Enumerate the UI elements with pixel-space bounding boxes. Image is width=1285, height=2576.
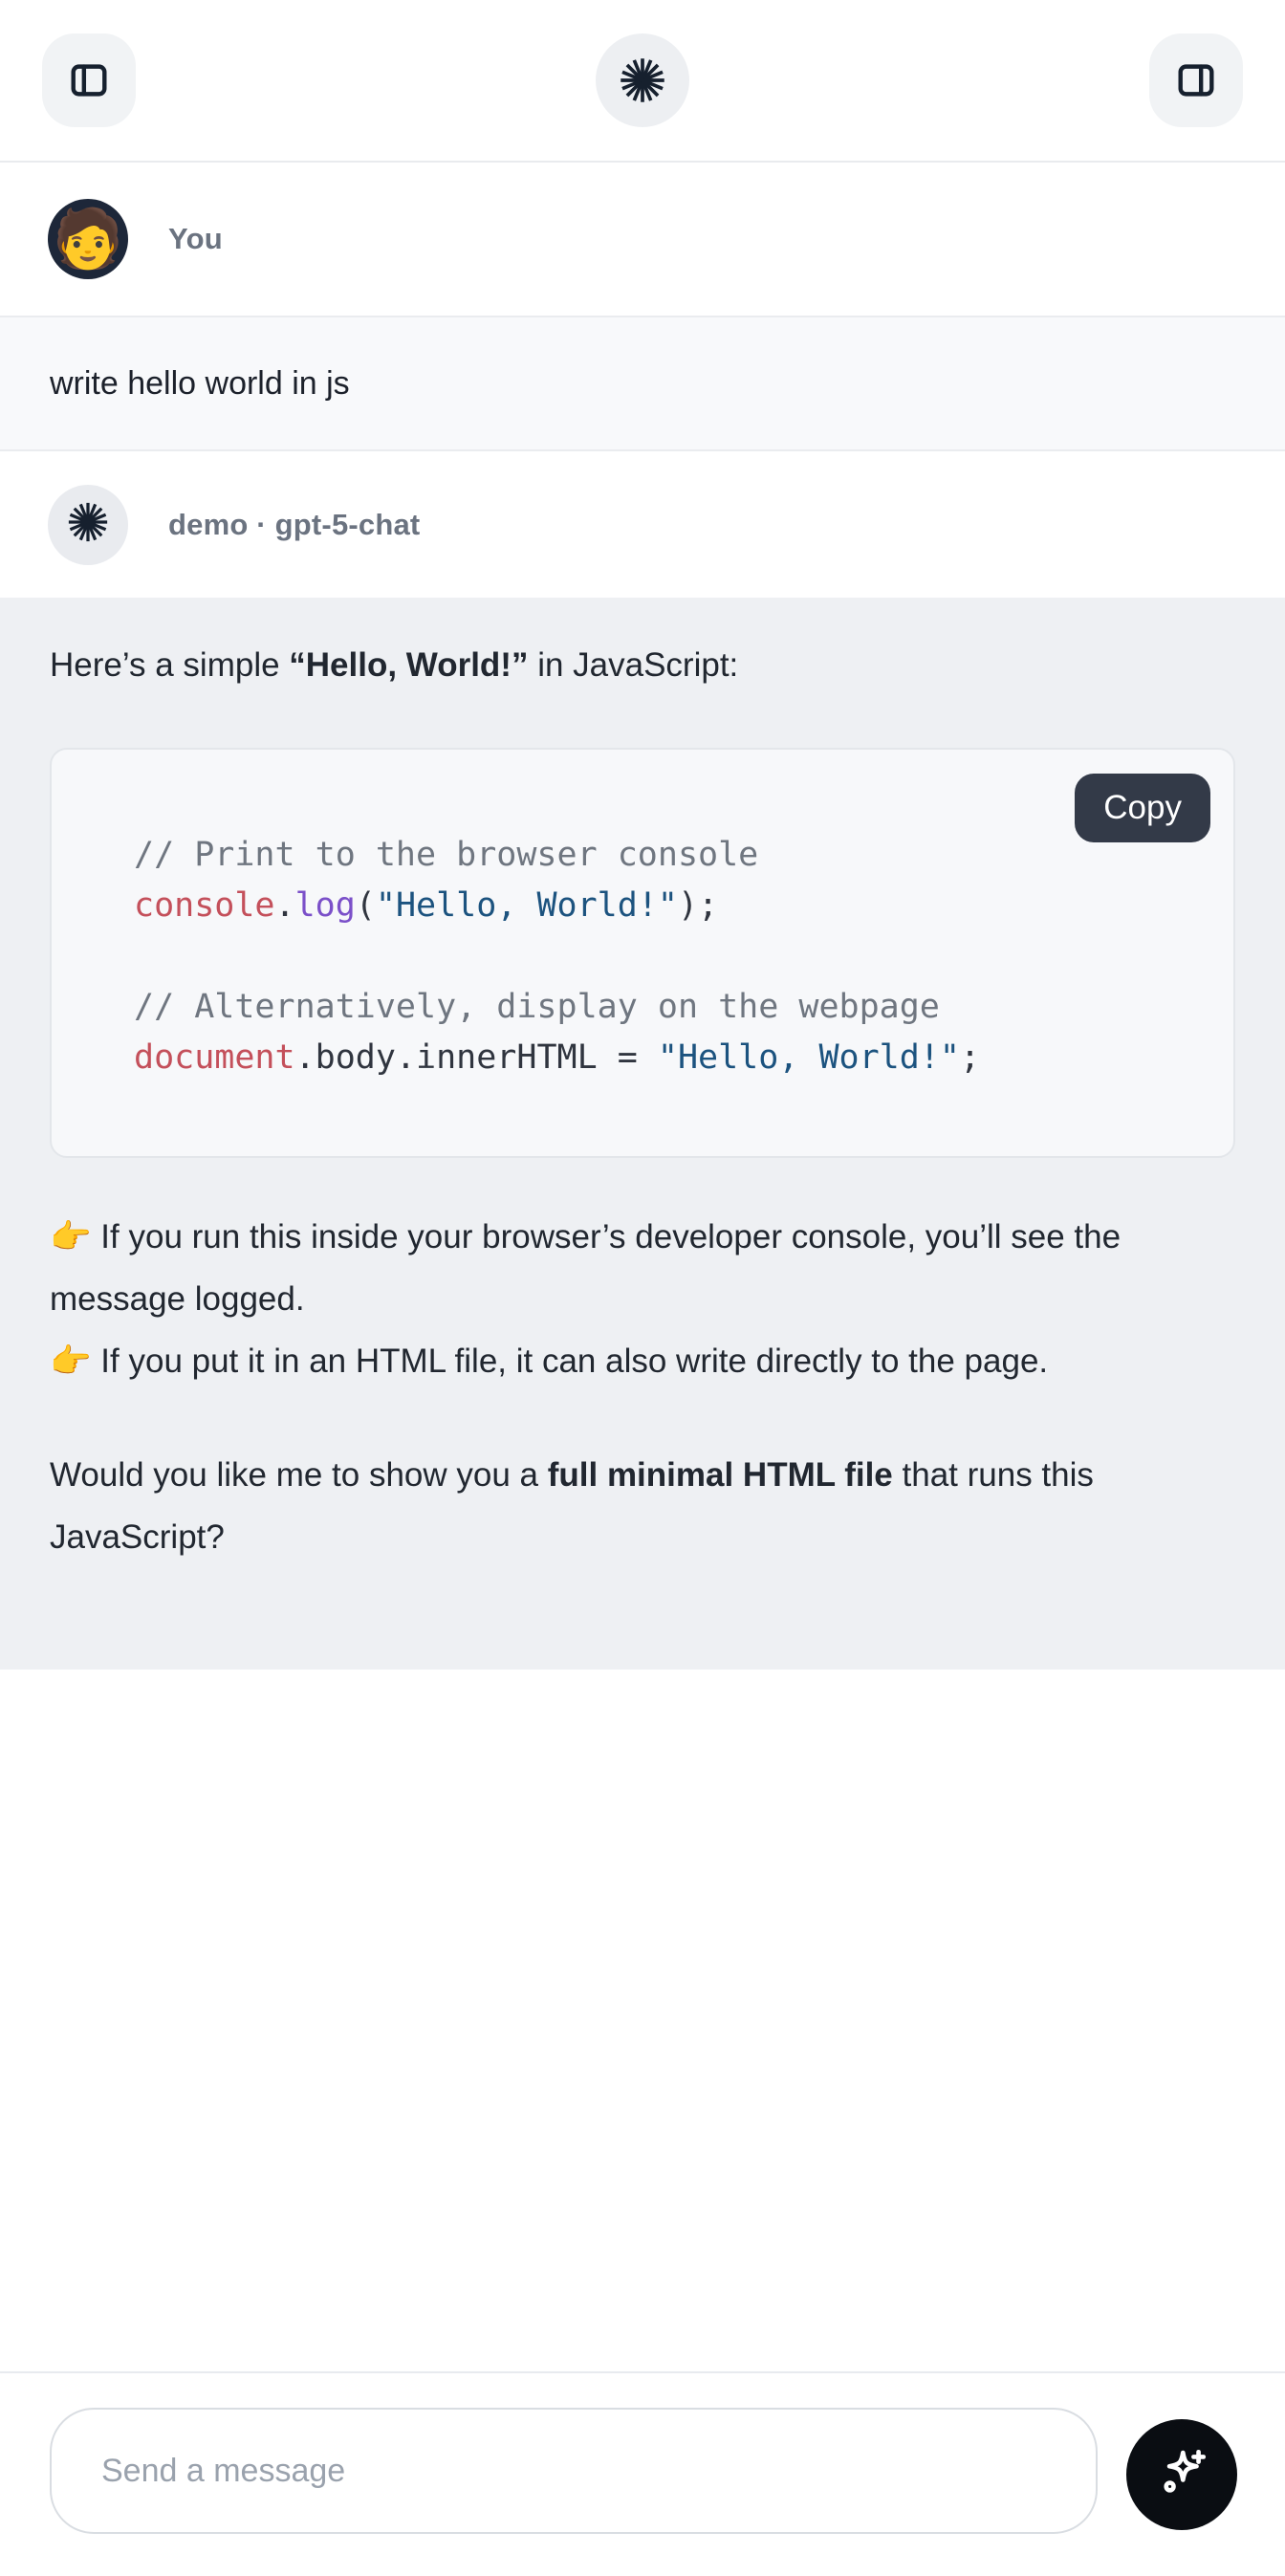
user-name-label: You xyxy=(168,222,223,256)
panel-left-icon xyxy=(67,58,111,102)
copy-code-button[interactable]: Copy xyxy=(1075,774,1210,842)
intro-text-pre: Here’s a simple xyxy=(50,646,289,684)
top-toolbar xyxy=(0,0,1285,163)
assistant-tips-paragraph: 👉 If you run this inside your browser’s … xyxy=(50,1206,1235,1392)
starburst-icon xyxy=(66,500,110,549)
chat-scroll-empty-area xyxy=(0,1670,1285,2371)
user-turn-header: 🧑 You xyxy=(0,163,1285,316)
assistant-message-bubble: Here’s a simple “Hello, World!” in JavaS… xyxy=(0,598,1285,1670)
intro-text-bold: “Hello, World!” xyxy=(289,646,528,684)
assistant-intro-paragraph: Here’s a simple “Hello, World!” in JavaS… xyxy=(50,634,1235,696)
closing-text-pre: Would you like me to show you a xyxy=(50,1456,548,1494)
message-composer xyxy=(0,2371,1285,2576)
assistant-avatar xyxy=(48,485,128,565)
closing-text-bold: full minimal HTML file xyxy=(548,1456,893,1494)
assistant-model-label: demo · gpt-5-chat xyxy=(168,508,420,542)
code-content: // Print to the browser consoleconsole.l… xyxy=(52,750,1233,1156)
user-message-bubble: write hello world in js xyxy=(0,316,1285,451)
intro-text-post: in JavaScript: xyxy=(528,646,738,684)
code-block: Copy // Print to the browser consolecons… xyxy=(50,748,1235,1158)
user-message-text: write hello world in js xyxy=(50,365,350,403)
starburst-icon xyxy=(618,55,667,105)
code-lines: // Print to the browser consoleconsole.l… xyxy=(134,830,1195,1083)
panel-right-icon xyxy=(1174,58,1218,102)
model-spinner-button[interactable] xyxy=(596,33,689,127)
assistant-turn-header: demo · gpt-5-chat xyxy=(0,451,1285,598)
chat-app: 🧑 You write hello world in js xyxy=(0,0,1285,2576)
tip-line-2: 👉 If you put it in an HTML file, it can … xyxy=(50,1330,1235,1392)
sidebar-left-toggle-button[interactable] xyxy=(42,33,136,127)
sidebar-right-toggle-button[interactable] xyxy=(1149,33,1243,127)
message-input[interactable] xyxy=(50,2408,1098,2534)
user-avatar: 🧑 xyxy=(48,199,128,279)
tip-line-1: 👉 If you run this inside your browser’s … xyxy=(50,1206,1235,1330)
sparkle-icon xyxy=(1152,2444,1211,2506)
assistant-closing-paragraph: Would you like me to show you a full min… xyxy=(50,1444,1235,1568)
send-button[interactable] xyxy=(1126,2419,1237,2530)
